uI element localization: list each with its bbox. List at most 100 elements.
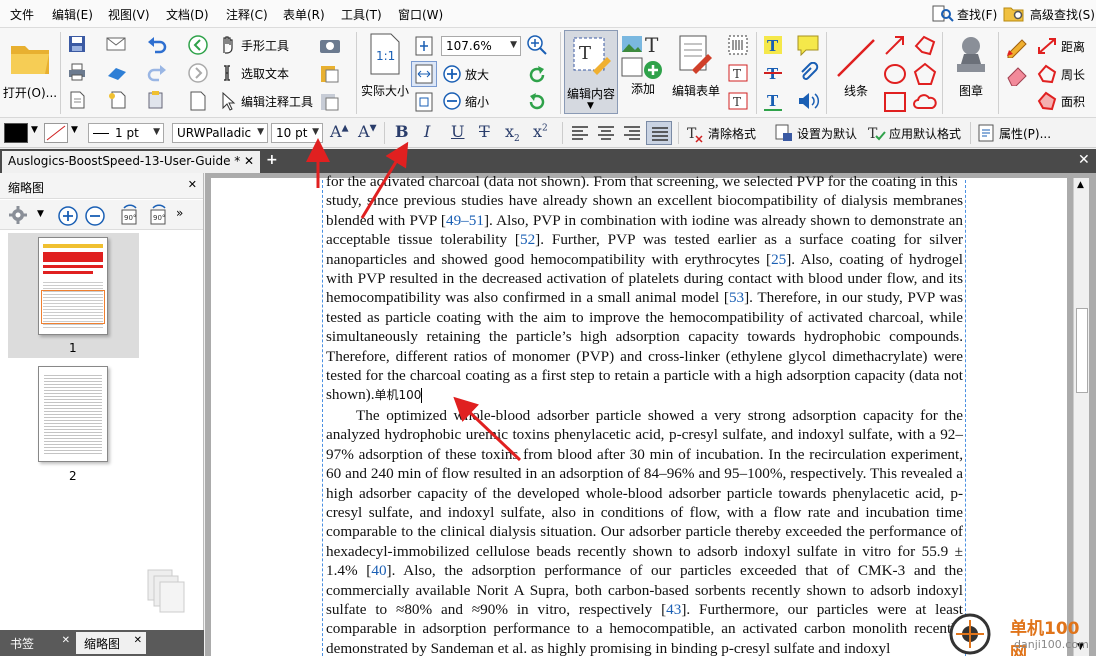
forward-icon[interactable] — [187, 62, 209, 84]
vertical-scrollbar[interactable]: ▲ ▼ — [1073, 178, 1089, 656]
paste-icon[interactable] — [318, 63, 342, 83]
edit-content-button[interactable]: T 编辑内容 ▼ — [564, 30, 618, 114]
paste-special-icon[interactable] — [318, 91, 342, 111]
area-button[interactable]: 面积 — [1036, 91, 1085, 111]
citation-link[interactable]: 40 — [371, 562, 386, 579]
stamp-button[interactable]: 图章 — [946, 34, 996, 99]
gear-icon[interactable] — [8, 205, 30, 225]
menu-file[interactable]: 文件 — [10, 6, 34, 23]
fit-page-icon[interactable] — [413, 35, 435, 57]
underline-icon[interactable]: U — [451, 122, 464, 141]
open-button[interactable]: 打开(O)... — [2, 38, 58, 101]
font-size-combo[interactable]: 10 pt ▼ — [271, 123, 323, 143]
pentagon-icon[interactable] — [912, 62, 938, 86]
arrow-shape-icon[interactable] — [882, 34, 908, 58]
new-document-icon[interactable] — [106, 90, 128, 110]
print-icon[interactable] — [67, 62, 87, 82]
properties-button[interactable]: 属性(P)... — [976, 123, 1051, 143]
stroke-color-swatch[interactable] — [44, 123, 68, 143]
select-text-button[interactable]: 选取文本 — [218, 63, 289, 83]
edit-annotation-button[interactable]: 编辑注释工具 — [218, 91, 313, 111]
citation-link[interactable]: 53 — [729, 289, 744, 306]
italic-icon[interactable]: I — [424, 122, 430, 141]
apply-default-button[interactable]: T 应用默认格式 — [866, 123, 961, 143]
set-default-button[interactable]: 设置为默认 — [774, 123, 857, 143]
advanced-find-button[interactable]: 高级查找(S) — [1003, 5, 1095, 23]
increase-font-icon[interactable]: A▲ — [330, 122, 348, 141]
fit-width-button[interactable] — [411, 61, 437, 87]
highlight-text-icon[interactable]: T — [762, 34, 784, 56]
sound-icon[interactable] — [796, 90, 820, 112]
fit-visible-icon[interactable] — [413, 91, 435, 113]
zoom-out-button[interactable]: 缩小 — [442, 91, 489, 111]
align-right-icon[interactable] — [622, 124, 642, 142]
rotate-counterclockwise-icon[interactable] — [526, 91, 548, 113]
scrollbar-thumb[interactable] — [1076, 308, 1088, 393]
menu-view[interactable]: 视图(V) — [108, 6, 150, 23]
barcode-icon[interactable] — [727, 34, 749, 56]
reduce-thumbnails-icon[interactable] — [84, 205, 106, 227]
tab-close-icon[interactable]: ✕ — [244, 154, 254, 168]
bookmarks-tab[interactable]: 书签 ✕ — [2, 632, 74, 654]
note-icon[interactable] — [796, 34, 820, 56]
subscript-icon[interactable]: x2 — [505, 122, 520, 144]
menu-comment[interactable]: 注释(C) — [226, 6, 268, 23]
pencil-icon[interactable] — [1004, 34, 1030, 58]
clear-format-button[interactable]: T 清除格式 — [685, 123, 756, 143]
page-thumbnail-2[interactable] — [38, 366, 108, 462]
decrease-font-icon[interactable]: A▼ — [358, 122, 376, 141]
scan-icon[interactable] — [106, 62, 128, 82]
clipboard-icon[interactable] — [146, 90, 168, 110]
polygon-line-icon[interactable] — [912, 34, 938, 58]
close-document-icon[interactable]: ✕ — [1078, 152, 1090, 168]
rotate-page-cw-icon[interactable]: 90° — [147, 204, 171, 228]
redo-icon[interactable] — [146, 62, 168, 82]
rotate-page-ccw-icon[interactable]: 90° — [118, 204, 142, 228]
line-width-combo[interactable]: 1 pt ▼ — [88, 123, 164, 143]
inserted-text[interactable]: 单机100 — [375, 388, 422, 402]
add-button[interactable]: T 添加 — [620, 32, 666, 97]
document-text[interactable]: for the activated charcoal (data not sho… — [326, 172, 963, 656]
eraser-icon[interactable] — [1004, 62, 1030, 86]
back-icon[interactable] — [187, 34, 209, 56]
bold-icon[interactable]: B — [395, 122, 409, 141]
find-button[interactable]: 查找(F) — [932, 5, 997, 23]
superscript-icon[interactable]: x2 — [533, 122, 548, 141]
citation-link[interactable]: 25 — [771, 251, 786, 268]
citation-link[interactable]: 52 — [520, 231, 535, 248]
strikeout-text-icon[interactable]: T — [762, 62, 784, 84]
font-name-combo[interactable]: URWPalladic ▼ — [172, 123, 268, 143]
email-icon[interactable] — [106, 34, 128, 54]
page-thumbnail-1[interactable] — [38, 237, 108, 335]
align-center-icon[interactable] — [596, 124, 616, 142]
new-tab-icon[interactable]: + — [266, 152, 278, 168]
more-options-icon[interactable]: » — [176, 206, 183, 220]
document-tab[interactable]: Auslogics-BoostSpeed-13-User-Guide * ✕ — [2, 151, 260, 173]
line-tool-button[interactable]: 线条 — [830, 34, 882, 99]
citation-link[interactable]: 49–51 — [446, 212, 484, 229]
menu-document[interactable]: 文档(D) — [166, 6, 209, 23]
rotate-clockwise-icon[interactable] — [526, 64, 548, 86]
citation-link[interactable]: 43 — [666, 601, 681, 618]
underline-text-icon[interactable]: T — [762, 90, 784, 112]
hand-tool-button[interactable]: 手形工具 — [218, 35, 289, 55]
document-properties-icon[interactable] — [187, 90, 209, 112]
document-icon[interactable] — [67, 90, 87, 110]
align-justify-button[interactable] — [646, 121, 672, 145]
zoom-in-tool-icon[interactable] — [526, 34, 548, 56]
menu-window[interactable]: 窗口(W) — [398, 6, 443, 23]
undo-icon[interactable] — [146, 34, 168, 54]
actual-size-button[interactable]: 1:1 实际大小 — [359, 32, 411, 99]
perimeter-button[interactable]: 周长 — [1036, 64, 1085, 84]
menu-form[interactable]: 表单(R) — [283, 6, 325, 23]
oval-icon[interactable] — [882, 62, 908, 86]
enlarge-thumbnails-icon[interactable] — [57, 205, 79, 227]
strikethrough-icon[interactable]: T — [479, 122, 490, 141]
menu-edit[interactable]: 编辑(E) — [52, 6, 93, 23]
zoom-in-button[interactable]: 放大 — [442, 64, 489, 84]
edit-form-button[interactable]: 编辑表单 — [670, 34, 722, 99]
menu-tools[interactable]: 工具(T) — [341, 6, 382, 23]
rectangle-icon[interactable] — [882, 90, 908, 114]
zoom-combo[interactable]: 107.6% ▼ — [441, 36, 521, 56]
save-icon[interactable] — [67, 34, 87, 54]
